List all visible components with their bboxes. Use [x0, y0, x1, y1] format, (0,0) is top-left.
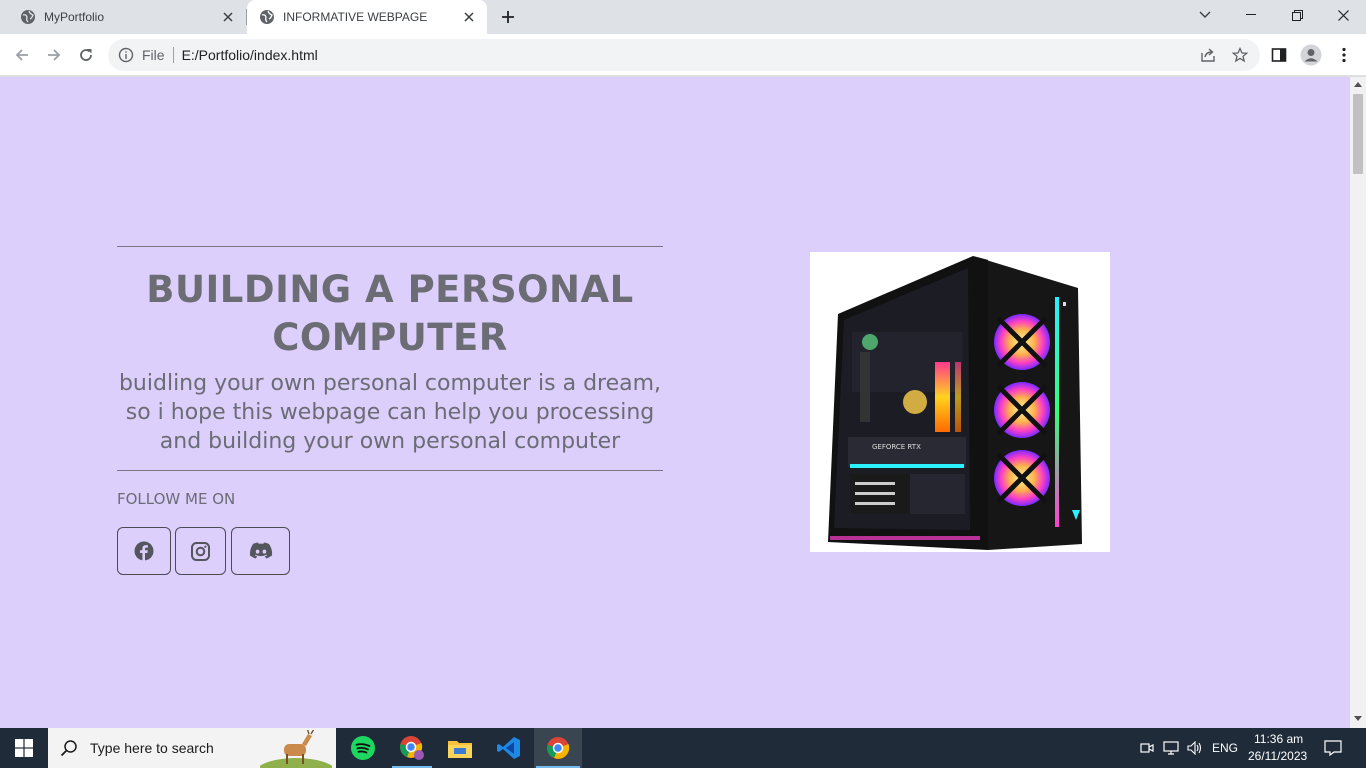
page-scrollbar[interactable]: [1350, 77, 1366, 728]
gpu-label: GEFORCE RTX: [872, 443, 921, 451]
chrome-profile-button[interactable]: [388, 728, 436, 768]
profile-button[interactable]: [1299, 43, 1323, 67]
instagram-button[interactable]: [175, 527, 226, 575]
close-icon: [1337, 9, 1349, 21]
volume-button[interactable]: [1184, 728, 1206, 768]
page-subheading: buidling your own personal computer is a…: [118, 371, 662, 454]
star-icon: [1232, 47, 1248, 63]
spotify-button[interactable]: [339, 728, 387, 768]
clock-time[interactable]: 11:36 am: [1254, 732, 1303, 746]
close-window-button[interactable]: [1320, 0, 1366, 30]
arrow-right-icon: [48, 49, 61, 61]
chrome-icon: [547, 737, 570, 759]
forward-button[interactable]: [42, 43, 66, 67]
page-viewport: BUILDING A PERSONAL COMPUTER buidling yo…: [0, 77, 1350, 728]
url-scheme: File: [142, 47, 165, 63]
reload-button[interactable]: [74, 43, 98, 67]
file-explorer-button[interactable]: [436, 728, 484, 768]
restore-button[interactable]: [1274, 0, 1320, 30]
scroll-down-icon: [1354, 716, 1362, 721]
start-button[interactable]: [0, 728, 48, 768]
tab-label: MyPortfolio: [44, 10, 105, 24]
facebook-button[interactable]: [117, 527, 171, 575]
browser-toolbar: File E:/Portfolio/index.html: [0, 34, 1366, 76]
page-headline: BUILDING A PERSONAL COMPUTER: [146, 268, 634, 359]
chrome-button[interactable]: [534, 728, 582, 768]
windows-taskbar: Type here to search ENG 11:36 am 26/11/2: [0, 728, 1366, 768]
divider: [172, 47, 174, 63]
side-panel-button[interactable]: [1267, 43, 1291, 67]
discord-icon: [249, 542, 272, 559]
menu-button[interactable]: [1332, 43, 1356, 67]
vscode-button[interactable]: [485, 728, 533, 768]
divider-bottom: [117, 470, 663, 471]
taskbar-search[interactable]: Type here to search: [48, 728, 336, 768]
meet-icon: [1140, 743, 1154, 753]
search-placeholder: Type here to search: [90, 740, 214, 756]
scroll-up-icon: [1354, 82, 1362, 87]
chevron-down-icon: [1199, 11, 1211, 18]
tab-myportfolio[interactable]: MyPortfolio: [0, 0, 246, 34]
meet-now-button[interactable]: [1138, 728, 1156, 768]
spotify-icon: [351, 736, 375, 760]
side-panel-icon: [1271, 48, 1287, 62]
kebab-menu-icon: [1342, 47, 1346, 63]
deer-illustration-icon: [260, 730, 332, 768]
close-icon[interactable]: [461, 9, 477, 25]
minimize-button[interactable]: [1228, 0, 1274, 30]
share-button[interactable]: [1196, 43, 1220, 67]
clock-date[interactable]: 26/11/2023: [1248, 749, 1307, 763]
network-icon: [1163, 741, 1179, 755]
pc-image: GEFORCE RTX: [810, 252, 1110, 552]
language-indicator[interactable]: ENG: [1212, 741, 1238, 755]
back-button[interactable]: [10, 43, 34, 67]
bookmark-button[interactable]: [1228, 43, 1252, 67]
tab-label: INFORMATIVE WEBPAGE: [283, 10, 428, 24]
follow-label: FOLLOW ME ON: [117, 490, 236, 508]
windows-logo-icon: [15, 739, 33, 757]
tab-strip: MyPortfolio INFORMATIVE WEBPAGE: [0, 0, 1366, 34]
restore-icon: [1291, 9, 1303, 21]
facebook-icon: [134, 541, 154, 561]
divider-top: [117, 246, 663, 247]
instagram-icon: [191, 541, 210, 561]
new-tab-button[interactable]: [498, 7, 518, 27]
arrow-left-icon: [15, 49, 28, 61]
close-icon[interactable]: [220, 9, 236, 25]
globe-icon: [259, 9, 275, 25]
tab-informative-webpage[interactable]: INFORMATIVE WEBPAGE: [247, 0, 487, 34]
file-explorer-icon: [448, 741, 472, 758]
chrome-profile-icon: [400, 736, 424, 760]
notification-icon: [1324, 740, 1342, 756]
reload-icon: [80, 49, 92, 61]
tab-search-button[interactable]: [1182, 0, 1228, 30]
share-icon: [1201, 48, 1215, 62]
notifications-button[interactable]: [1318, 728, 1348, 768]
plus-icon: [502, 11, 514, 23]
minimize-icon: [1246, 14, 1256, 15]
scroll-thumb[interactable]: [1353, 94, 1363, 174]
network-button[interactable]: [1160, 728, 1182, 768]
gaming-pc-illustration: GEFORCE RTX: [828, 256, 1082, 550]
search-icon: [60, 739, 78, 757]
info-icon[interactable]: [118, 47, 134, 63]
address-bar[interactable]: File E:/Portfolio/index.html: [108, 39, 1260, 71]
vscode-icon: [497, 737, 520, 759]
url-text[interactable]: E:/Portfolio/index.html: [182, 47, 318, 63]
discord-button[interactable]: [231, 527, 290, 575]
globe-icon: [20, 9, 36, 25]
avatar-icon: [1300, 44, 1322, 66]
volume-icon: [1187, 741, 1202, 755]
